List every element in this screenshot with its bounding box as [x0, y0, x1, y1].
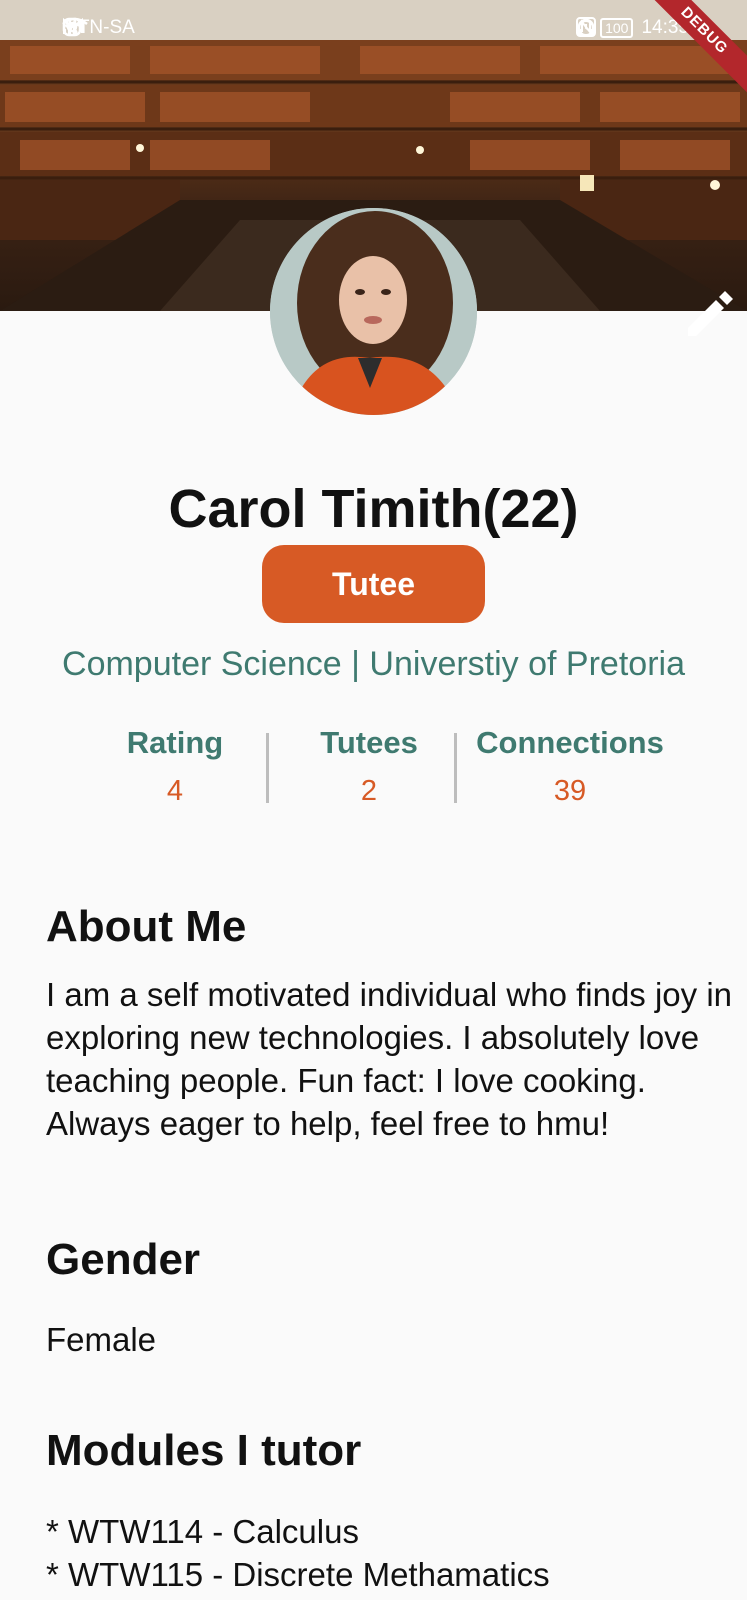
gender-title: Gender: [46, 1235, 201, 1284]
profile-avatar[interactable]: [270, 208, 477, 415]
stat-rating: Rating 4: [112, 725, 238, 808]
edit-pencil-icon[interactable]: [680, 284, 738, 342]
modules-title: Modules I tutor: [46, 1426, 362, 1475]
institution-label: Computer Science | Universtiy of Pretori…: [62, 645, 685, 683]
stat-divider: [266, 733, 269, 803]
about-text: I am a self motivated individual who fin…: [46, 976, 733, 1142]
gender-value: Female: [46, 1321, 157, 1358]
profile-stats: Rating 4 Tutees 2 Connections 39: [0, 725, 747, 815]
profile-name: Carol Timith(22): [168, 479, 579, 539]
role-button[interactable]: Tutee: [262, 545, 485, 623]
battery-indicator: 100: [600, 18, 634, 38]
avatar-image: [270, 208, 477, 415]
stat-tutees-value: 2: [360, 775, 378, 807]
stat-connections-label: Connections: [476, 725, 664, 760]
module-item: * WTW114 - Calculus: [46, 1513, 359, 1550]
module-item: * WTW115 - Discrete Methamatics: [46, 1556, 550, 1593]
status-bar: MTN-SA 100 14:35: [0, 0, 747, 56]
about-title: About Me: [46, 902, 247, 951]
stat-connections-value: 39: [553, 775, 587, 807]
stat-divider-2: [454, 733, 457, 803]
status-bar-right: 100 14:35: [576, 17, 689, 39]
status-bar-left: MTN-SA: [62, 17, 183, 39]
stat-tutees-label: Tutees: [320, 725, 418, 760]
stat-rating-label: Rating: [126, 725, 224, 760]
stat-tutees: Tutees 2: [306, 725, 432, 808]
stat-connections: Connections 39: [470, 725, 670, 808]
stat-rating-value: 4: [166, 775, 184, 807]
